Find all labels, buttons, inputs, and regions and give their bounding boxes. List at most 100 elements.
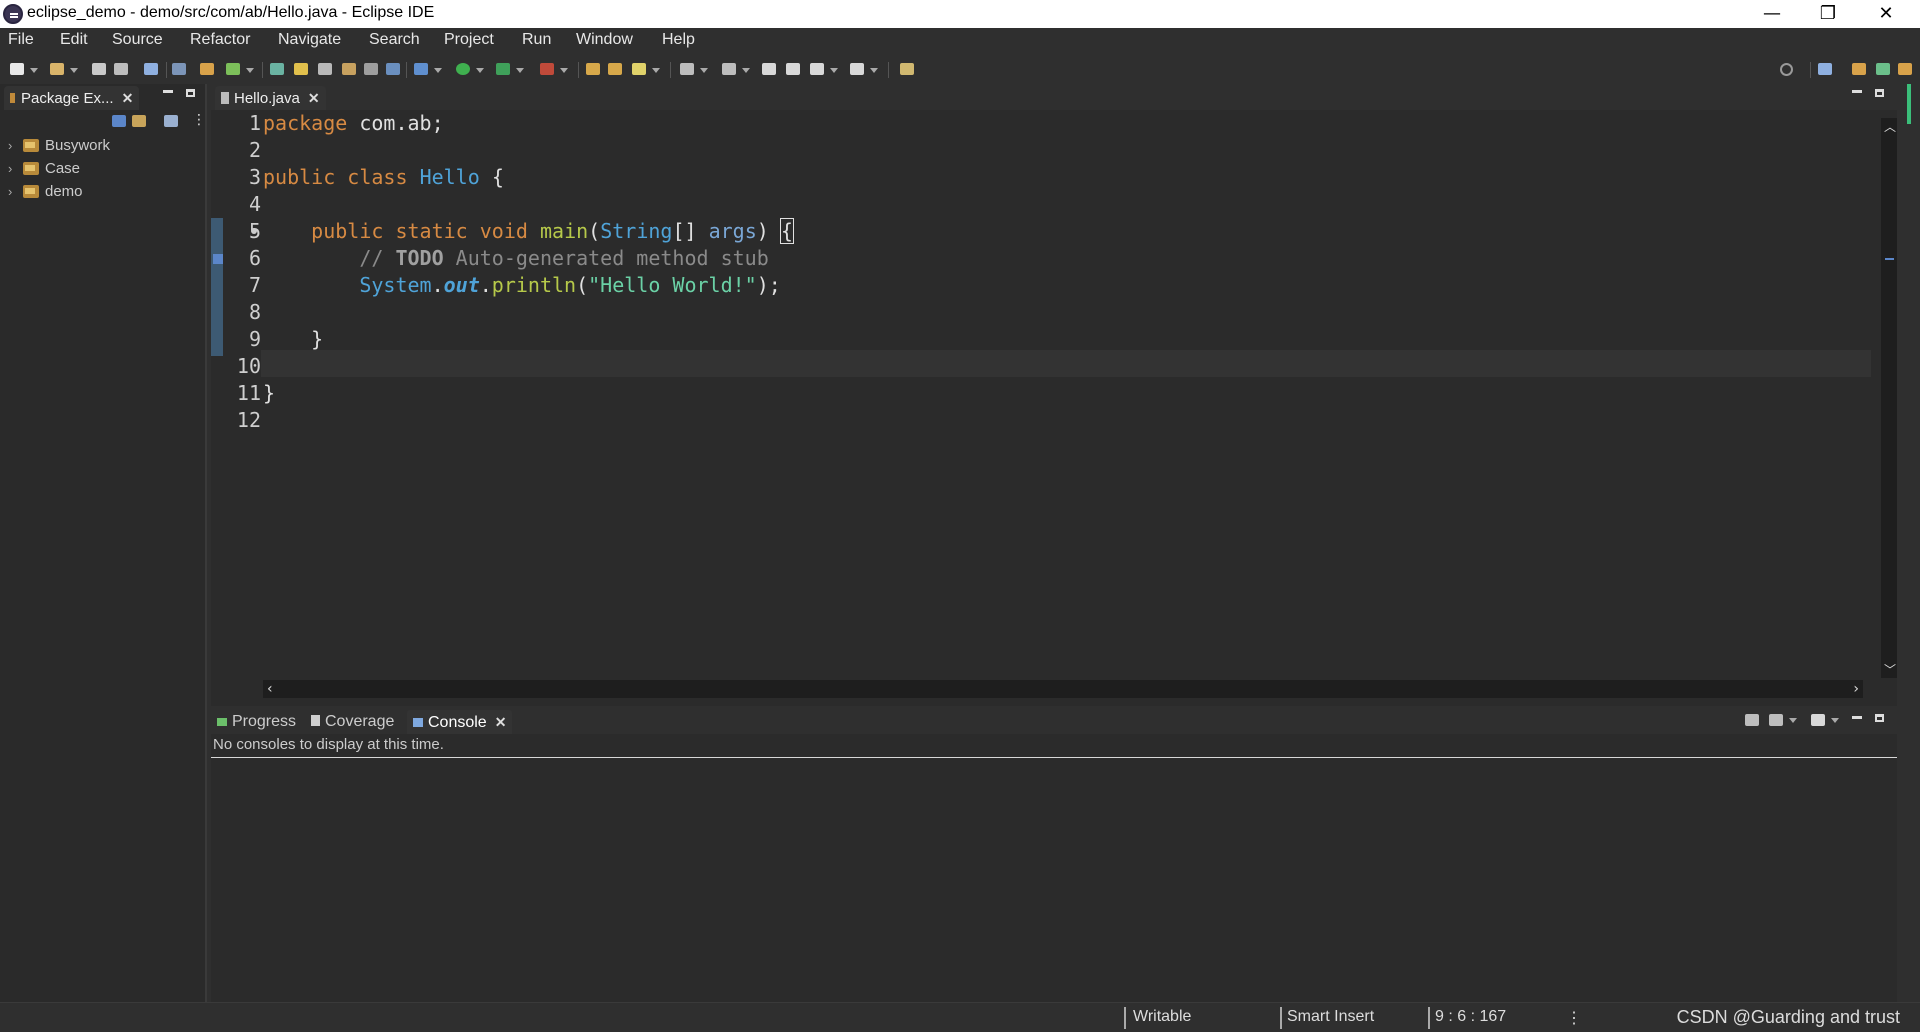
open-console-icon[interactable] [1811, 714, 1825, 726]
run-dropdown-icon[interactable] [476, 68, 484, 73]
menu-source[interactable]: Source [112, 31, 163, 49]
collapse-all-icon[interactable] [112, 115, 126, 127]
tab-progress[interactable]: Progress [217, 710, 296, 734]
tab-hello-java[interactable]: Hello.java ✕ [215, 86, 326, 110]
tab-coverage[interactable]: Coverage [311, 710, 394, 734]
view-menu-icon[interactable]: ⋮ [192, 112, 206, 128]
pin-editor-icon[interactable] [900, 63, 914, 75]
vertical-scrollbar[interactable]: ︿ ﹀ [1881, 118, 1897, 678]
fold-marker-icon[interactable] [251, 228, 257, 234]
horizontal-scrollbar[interactable]: ‹ › [263, 680, 1863, 698]
menu-edit[interactable]: Edit [60, 31, 88, 49]
open-resource-icon[interactable] [608, 63, 622, 75]
pilcrow-icon[interactable] [386, 63, 400, 75]
chevron-right-icon[interactable]: › [8, 157, 12, 180]
save-icon[interactable] [92, 63, 106, 75]
code-editor[interactable]: 1 2 3 4 5 6 7 8 9 10 11 12 package com.a… [211, 110, 1897, 680]
quick-fix-icon[interactable] [213, 254, 223, 264]
insert-mode-status[interactable]: Smart Insert [1287, 1008, 1374, 1026]
highlight-icon[interactable] [294, 63, 308, 75]
tree-item-case[interactable]: › Case [0, 157, 205, 180]
minimize-view-icon[interactable] [163, 90, 173, 93]
debug-icon[interactable] [414, 63, 428, 75]
minimize-editor-icon[interactable] [1852, 90, 1862, 93]
menu-help[interactable]: Help [662, 31, 695, 49]
scroll-right-icon[interactable]: › [1853, 680, 1859, 698]
display-console-dropdown-icon[interactable] [1789, 718, 1797, 723]
menu-run[interactable]: Run [522, 31, 551, 49]
next-annotation-icon[interactable] [680, 63, 694, 75]
cursor-position-status[interactable]: 9 : 6 : 167 [1435, 1008, 1506, 1026]
forward-edit-icon[interactable] [786, 63, 800, 75]
menu-project[interactable]: Project [444, 31, 494, 49]
status-menu-icon[interactable]: ⋮ [1566, 1008, 1582, 1028]
forward-dropdown-icon[interactable] [870, 68, 878, 73]
open-dropdown-icon[interactable] [70, 68, 78, 73]
menu-search[interactable]: Search [369, 31, 420, 49]
maximize-editor-icon[interactable] [1875, 89, 1884, 97]
scroll-thumb[interactable] [1907, 84, 1911, 124]
scroll-down-icon[interactable]: ﹀ [1884, 661, 1896, 678]
pin-console-icon[interactable] [1745, 714, 1759, 726]
word-wrap-icon[interactable] [342, 63, 356, 75]
occurrence-marker[interactable] [1885, 258, 1894, 260]
back-icon[interactable] [810, 63, 824, 75]
external-tools-dropdown-icon[interactable] [560, 68, 568, 73]
tree-item-busywork[interactable]: › Busywork [0, 134, 205, 157]
back-dropdown-icon[interactable] [830, 68, 838, 73]
terminal-icon[interactable] [144, 63, 158, 75]
tree-item-demo[interactable]: › demo [0, 180, 205, 203]
menu-refactor[interactable]: Refactor [190, 31, 250, 49]
minimize-button[interactable]: — [1744, 0, 1800, 28]
open-type-icon[interactable] [270, 63, 284, 75]
debug-dropdown-icon[interactable] [434, 68, 442, 73]
open-perspective-icon[interactable] [1818, 63, 1832, 75]
link-with-editor-icon[interactable] [132, 115, 146, 127]
save-all-icon[interactable] [114, 63, 128, 75]
search-dropdown-icon[interactable] [652, 68, 660, 73]
tab-console[interactable]: Console ✕ [407, 710, 513, 734]
show-whitespace-icon[interactable] [364, 63, 378, 75]
minimize-console-icon[interactable] [1852, 716, 1862, 719]
close-icon[interactable]: ✕ [308, 90, 320, 106]
java-perspective-icon[interactable] [1898, 63, 1912, 75]
debug-perspective-icon[interactable] [1876, 63, 1890, 75]
chevron-right-icon[interactable]: › [8, 180, 12, 203]
filter-icon[interactable] [164, 115, 178, 127]
search-tool-icon[interactable] [632, 63, 646, 75]
prev-annotation-dropdown-icon[interactable] [742, 68, 750, 73]
display-console-icon[interactable] [1769, 714, 1783, 726]
close-icon[interactable]: ✕ [495, 714, 507, 730]
toggle-block-icon[interactable] [318, 63, 332, 75]
skip-breakpoints-icon[interactable] [172, 63, 186, 75]
menu-file[interactable]: File [8, 31, 34, 49]
open-console-dropdown-icon[interactable] [1831, 718, 1839, 723]
last-edit-icon[interactable] [762, 63, 776, 75]
restore-button[interactable]: ❐ [1800, 0, 1856, 28]
maximize-view-icon[interactable] [186, 89, 195, 97]
external-tools-icon[interactable] [540, 63, 554, 75]
scroll-left-icon[interactable]: ‹ [267, 680, 273, 698]
menu-navigate[interactable]: Navigate [278, 31, 341, 49]
new-class-icon[interactable] [226, 63, 240, 75]
new-java-project-icon[interactable] [200, 63, 214, 75]
prev-annotation-icon[interactable] [722, 63, 736, 75]
run-icon[interactable] [456, 63, 470, 75]
scroll-up-icon[interactable]: ︿ [1884, 118, 1896, 135]
close-icon[interactable]: ✕ [122, 90, 134, 106]
menu-window[interactable]: Window [576, 31, 633, 49]
java-ee-perspective-icon[interactable] [1852, 63, 1866, 75]
maximize-console-icon[interactable] [1875, 714, 1884, 722]
new-icon[interactable] [10, 63, 24, 75]
annotation-dropdown-icon[interactable] [700, 68, 708, 73]
search-icon[interactable] [1780, 63, 1793, 76]
overview-ruler[interactable] [1885, 84, 1920, 1002]
open-icon[interactable] [50, 63, 64, 75]
open-task-icon[interactable] [586, 63, 600, 75]
close-window-button[interactable]: ✕ [1858, 0, 1914, 28]
forward-icon[interactable] [850, 63, 864, 75]
coverage-icon[interactable] [496, 63, 510, 75]
chevron-right-icon[interactable]: › [8, 134, 12, 157]
new-dropdown-icon[interactable] [30, 68, 38, 73]
tab-package-explorer[interactable]: Package Ex... ✕ [4, 86, 140, 110]
